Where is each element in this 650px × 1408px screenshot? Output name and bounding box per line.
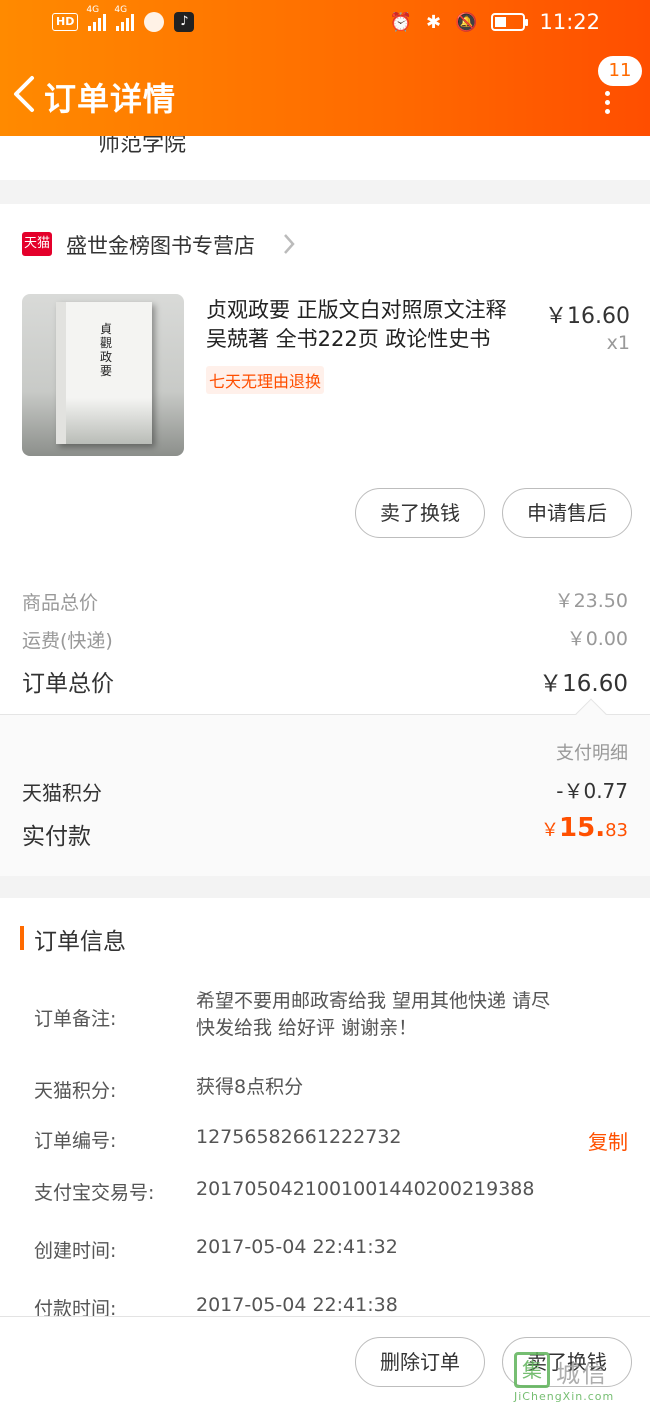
payment-detail-label: 支付明细 xyxy=(556,743,628,764)
mute-icon: 🔕 xyxy=(455,11,478,33)
product-image[interactable]: 貞觀政要 xyxy=(22,294,184,456)
message-count-badge[interactable]: 11 xyxy=(598,56,642,86)
alarm-icon: ⏰ xyxy=(389,11,412,33)
after-sale-button[interactable]: 申请售后 xyxy=(502,488,632,538)
nav-bar: 订单详情 xyxy=(0,60,650,130)
signal-icon: 4G xyxy=(86,5,107,31)
clock: 11:22 xyxy=(539,10,600,34)
points-label: 天猫积分 xyxy=(22,781,102,805)
page-title: 订单详情 xyxy=(44,80,177,118)
bluetooth-icon: ✱ xyxy=(425,11,442,33)
copy-button[interactable]: 复制 xyxy=(588,1126,628,1155)
note-label: 订单备注: xyxy=(34,1008,117,1030)
more-menu-icon[interactable] xyxy=(600,88,614,114)
status-bar: HD 4G 4G ♪ ⏰ ✱ 🔕 11:22 xyxy=(0,0,650,48)
tmall-icon: 天猫 xyxy=(22,232,52,256)
paid-time-value: 2017-05-04 22:41:38 xyxy=(196,1294,398,1316)
product-price: ￥16.60 xyxy=(545,304,630,329)
points-earned-value: 获得8点积分 xyxy=(196,1076,304,1098)
header: HD 4G 4G ♪ ⏰ ✱ 🔕 11:22 订单详情 11 xyxy=(0,0,650,136)
chevron-right-icon[interactable] xyxy=(282,232,296,256)
created-time-label: 创建时间: xyxy=(34,1240,117,1262)
points-earned-label: 天猫积分: xyxy=(34,1080,117,1102)
product-title[interactable]: 贞观政要 正版文白对照原文注释 吴兢著 全书222页 政论性史书 xyxy=(206,296,522,354)
tiktok-icon: ♪ xyxy=(174,12,195,32)
signal-icon-2: 4G xyxy=(114,5,135,31)
address-section: 师范学院 xyxy=(0,136,650,180)
battery-icon xyxy=(491,13,529,31)
store-name[interactable]: 盛世金榜图书专营店 xyxy=(66,230,255,260)
order-total-label: 订单总价 xyxy=(22,671,114,697)
return-policy-badge: 七天无理由退换 xyxy=(206,366,325,394)
order-item-card: 天猫 盛世金榜图书专营店 貞觀政要 贞观政要 正版文白对照原文注释 吴兢著 全书… xyxy=(0,204,650,714)
payment-detail: 支付明细 天猫积分 -￥0.77 实付款 ￥15.83 xyxy=(0,698,650,876)
order-total-value: ￥16.60 xyxy=(539,671,628,697)
delete-order-button[interactable]: 删除订单 xyxy=(355,1337,485,1387)
product-quantity: x1 xyxy=(606,332,630,354)
note-value: 希望不要用邮政寄给我 望用其他快递 请尽快发给我 给好评 谢谢亲！ xyxy=(196,990,551,1039)
shipping-label: 运费(快递) xyxy=(22,630,113,652)
order-info-title: 订单信息 xyxy=(34,929,126,955)
order-number-value: 12756582661222732 xyxy=(196,1126,402,1148)
address-text: 师范学院 xyxy=(98,136,187,157)
goods-total-label: 商品总价 xyxy=(22,592,99,614)
order-info-section: 订单信息 订单备注: 希望不要用邮政寄给我 望用其他快递 请尽快发给我 给好评 … xyxy=(0,898,650,1320)
shipping-value: ￥0.00 xyxy=(566,628,628,650)
app-notification-icon xyxy=(144,12,165,32)
points-deduction: -￥0.77 xyxy=(556,779,628,803)
book-cover: 貞觀政要 xyxy=(56,302,152,444)
alipay-trade-value: 2017050421001001440200219388 xyxy=(196,1178,535,1200)
hd-icon: HD xyxy=(52,13,79,31)
paid-label: 实付款 xyxy=(22,824,91,850)
goods-total-value: ￥23.50 xyxy=(554,590,628,612)
alipay-trade-label: 支付宝交易号: xyxy=(34,1182,155,1204)
paid-amount: ￥15.83 xyxy=(541,813,628,843)
back-icon[interactable] xyxy=(10,74,40,114)
watermark-logo: 集 城信 JiChengXin.com xyxy=(514,1352,644,1406)
created-time-value: 2017-05-04 22:41:32 xyxy=(196,1236,398,1258)
order-number-label: 订单编号: xyxy=(34,1130,117,1152)
sell-button[interactable]: 卖了换钱 xyxy=(355,488,485,538)
